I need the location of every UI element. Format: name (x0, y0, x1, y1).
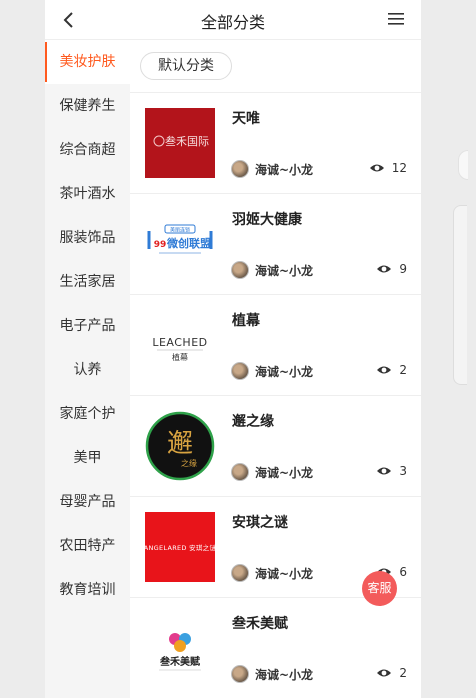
author-name: 海诚~小龙 (255, 667, 314, 682)
brand-card[interactable]: 邂 之缘 邂之缘 海诚~小龙 3 (130, 396, 421, 497)
avatar (231, 564, 249, 582)
author: 海诚~小龙 (231, 361, 313, 381)
sidebar-item-personal-care[interactable]: 家庭个护 (45, 392, 130, 436)
brand-logo-image: LEACHED 植幕 (145, 310, 215, 380)
author-name: 海诚~小龙 (255, 263, 314, 278)
avatar (231, 665, 249, 683)
sidebar-item-nails[interactable]: 美甲 (45, 436, 130, 480)
brand-card[interactable]: 叁禾国际 天唯 海诚~小龙 12 (130, 93, 421, 194)
view-count-value: 6 (399, 565, 407, 579)
brand-logo-image: 邂 之缘 (145, 411, 215, 481)
brand-list: 叁禾国际 天唯 海诚~小龙 12 美丽连锁 99 微创联盟 羽姬大健康 海诚~小… (130, 93, 421, 698)
svg-text:叁禾美赋: 叁禾美赋 (159, 655, 200, 668)
brand-name: 羽姬大健康 (232, 212, 302, 228)
eye-icon (377, 265, 392, 273)
author: 海诚~小龙 (231, 159, 313, 179)
svg-text:邂: 邂 (167, 429, 193, 459)
sidebar-item-farm[interactable]: 农田特产 (45, 524, 130, 568)
top-bar: 全部分类 (45, 0, 421, 40)
view-count: 2 (376, 363, 407, 377)
brand-logo-image: 叁禾美赋 (145, 613, 215, 683)
view-count-value: 12 (391, 161, 407, 175)
svg-text:植幕: 植幕 (172, 352, 188, 362)
view-count-value: 2 (399, 363, 407, 377)
eye-icon (369, 164, 384, 172)
default-category-chip[interactable]: 默认分类 (140, 52, 232, 80)
view-count: 9 (376, 262, 407, 276)
side-handle-top[interactable] (458, 150, 468, 180)
brand-logo-image: 美丽连锁 99 微创联盟 (145, 209, 215, 279)
brand-card[interactable]: 美丽连锁 99 微创联盟 羽姬大健康 海诚~小龙 9 (130, 194, 421, 295)
brand-logo: 邂 之缘 (145, 411, 215, 481)
view-count-value: 3 (399, 464, 407, 478)
svg-text:99: 99 (154, 240, 167, 250)
filter-row: 默认分类 (130, 40, 421, 93)
brand-name: 邂之缘 (232, 414, 274, 430)
avatar (231, 463, 249, 481)
sidebar-item-electronics[interactable]: 电子产品 (45, 304, 130, 348)
eye-icon (377, 467, 392, 475)
sidebar-item-baby[interactable]: 母婴产品 (45, 480, 130, 524)
author-name: 海诚~小龙 (255, 465, 314, 480)
sidebar-item-education[interactable]: 教育培训 (45, 568, 130, 612)
avatar (231, 261, 249, 279)
category-sidebar: 美妆护肤 保健养生 综合商超 茶叶酒水 服装饰品 生活家居 电子产品 认养 家庭… (45, 40, 130, 698)
avatar (231, 362, 249, 380)
brand-logo-image: ANGELARED 安琪之谜 (145, 512, 215, 582)
svg-text:叁禾国际: 叁禾国际 (165, 134, 209, 148)
brand-logo: 美丽连锁 99 微创联盟 (145, 209, 215, 279)
svg-text:LEACHED: LEACHED (152, 336, 207, 349)
brand-logo: ANGELARED 安琪之谜 (145, 512, 215, 582)
view-count-value: 9 (399, 262, 407, 276)
brand-logo: 叁禾美赋 (145, 613, 215, 683)
avatar (231, 160, 249, 178)
brand-logo: LEACHED 植幕 (145, 310, 215, 380)
brand-name: 天唯 (232, 111, 260, 127)
author: 海诚~小龙 (231, 462, 313, 482)
svg-text:ANGELARED 安琪之谜: ANGELARED 安琪之谜 (145, 543, 215, 552)
author-name: 海诚~小龙 (255, 364, 314, 379)
view-count: 12 (369, 161, 407, 175)
author: 海诚~小龙 (231, 664, 313, 684)
brand-card[interactable]: LEACHED 植幕 植幕 海诚~小龙 2 (130, 295, 421, 396)
eye-icon (377, 366, 392, 374)
view-count: 3 (376, 464, 407, 478)
svg-text:微创联盟: 微创联盟 (166, 236, 211, 250)
sidebar-item-home[interactable]: 生活家居 (45, 260, 130, 304)
sidebar-item-beauty[interactable]: 美妆护肤 (45, 40, 130, 84)
eye-icon (377, 669, 392, 677)
brand-logo-image: 叁禾国际 (145, 108, 215, 178)
sidebar-item-health[interactable]: 保健养生 (45, 84, 130, 128)
brand-name: 叁禾美赋 (232, 616, 288, 632)
view-count: 2 (376, 666, 407, 680)
brand-logo: 叁禾国际 (145, 108, 215, 178)
author-name: 海诚~小龙 (255, 566, 314, 581)
view-count-value: 2 (399, 666, 407, 680)
author: 海诚~小龙 (231, 260, 313, 280)
sidebar-item-apparel[interactable]: 服装饰品 (45, 216, 130, 260)
sidebar-item-tea-wine[interactable]: 茶叶酒水 (45, 172, 130, 216)
brand-card[interactable]: 叁禾美赋 叁禾美赋 海诚~小龙 2 (130, 598, 421, 698)
side-scroll-handle[interactable] (453, 205, 467, 385)
brand-name: 植幕 (232, 313, 260, 329)
author-name: 海诚~小龙 (255, 162, 314, 177)
sidebar-item-adoption[interactable]: 认养 (45, 348, 130, 392)
menu-icon[interactable] (387, 11, 405, 27)
page-title: 全部分类 (200, 13, 265, 32)
author: 海诚~小龙 (231, 563, 313, 583)
svg-text:之缘: 之缘 (181, 458, 197, 468)
svg-text:美丽连锁: 美丽连锁 (170, 227, 190, 234)
sidebar-item-supermarket[interactable]: 综合商超 (45, 128, 130, 172)
brand-name: 安琪之谜 (232, 515, 288, 531)
customer-service-button[interactable]: 客服 (362, 571, 397, 606)
